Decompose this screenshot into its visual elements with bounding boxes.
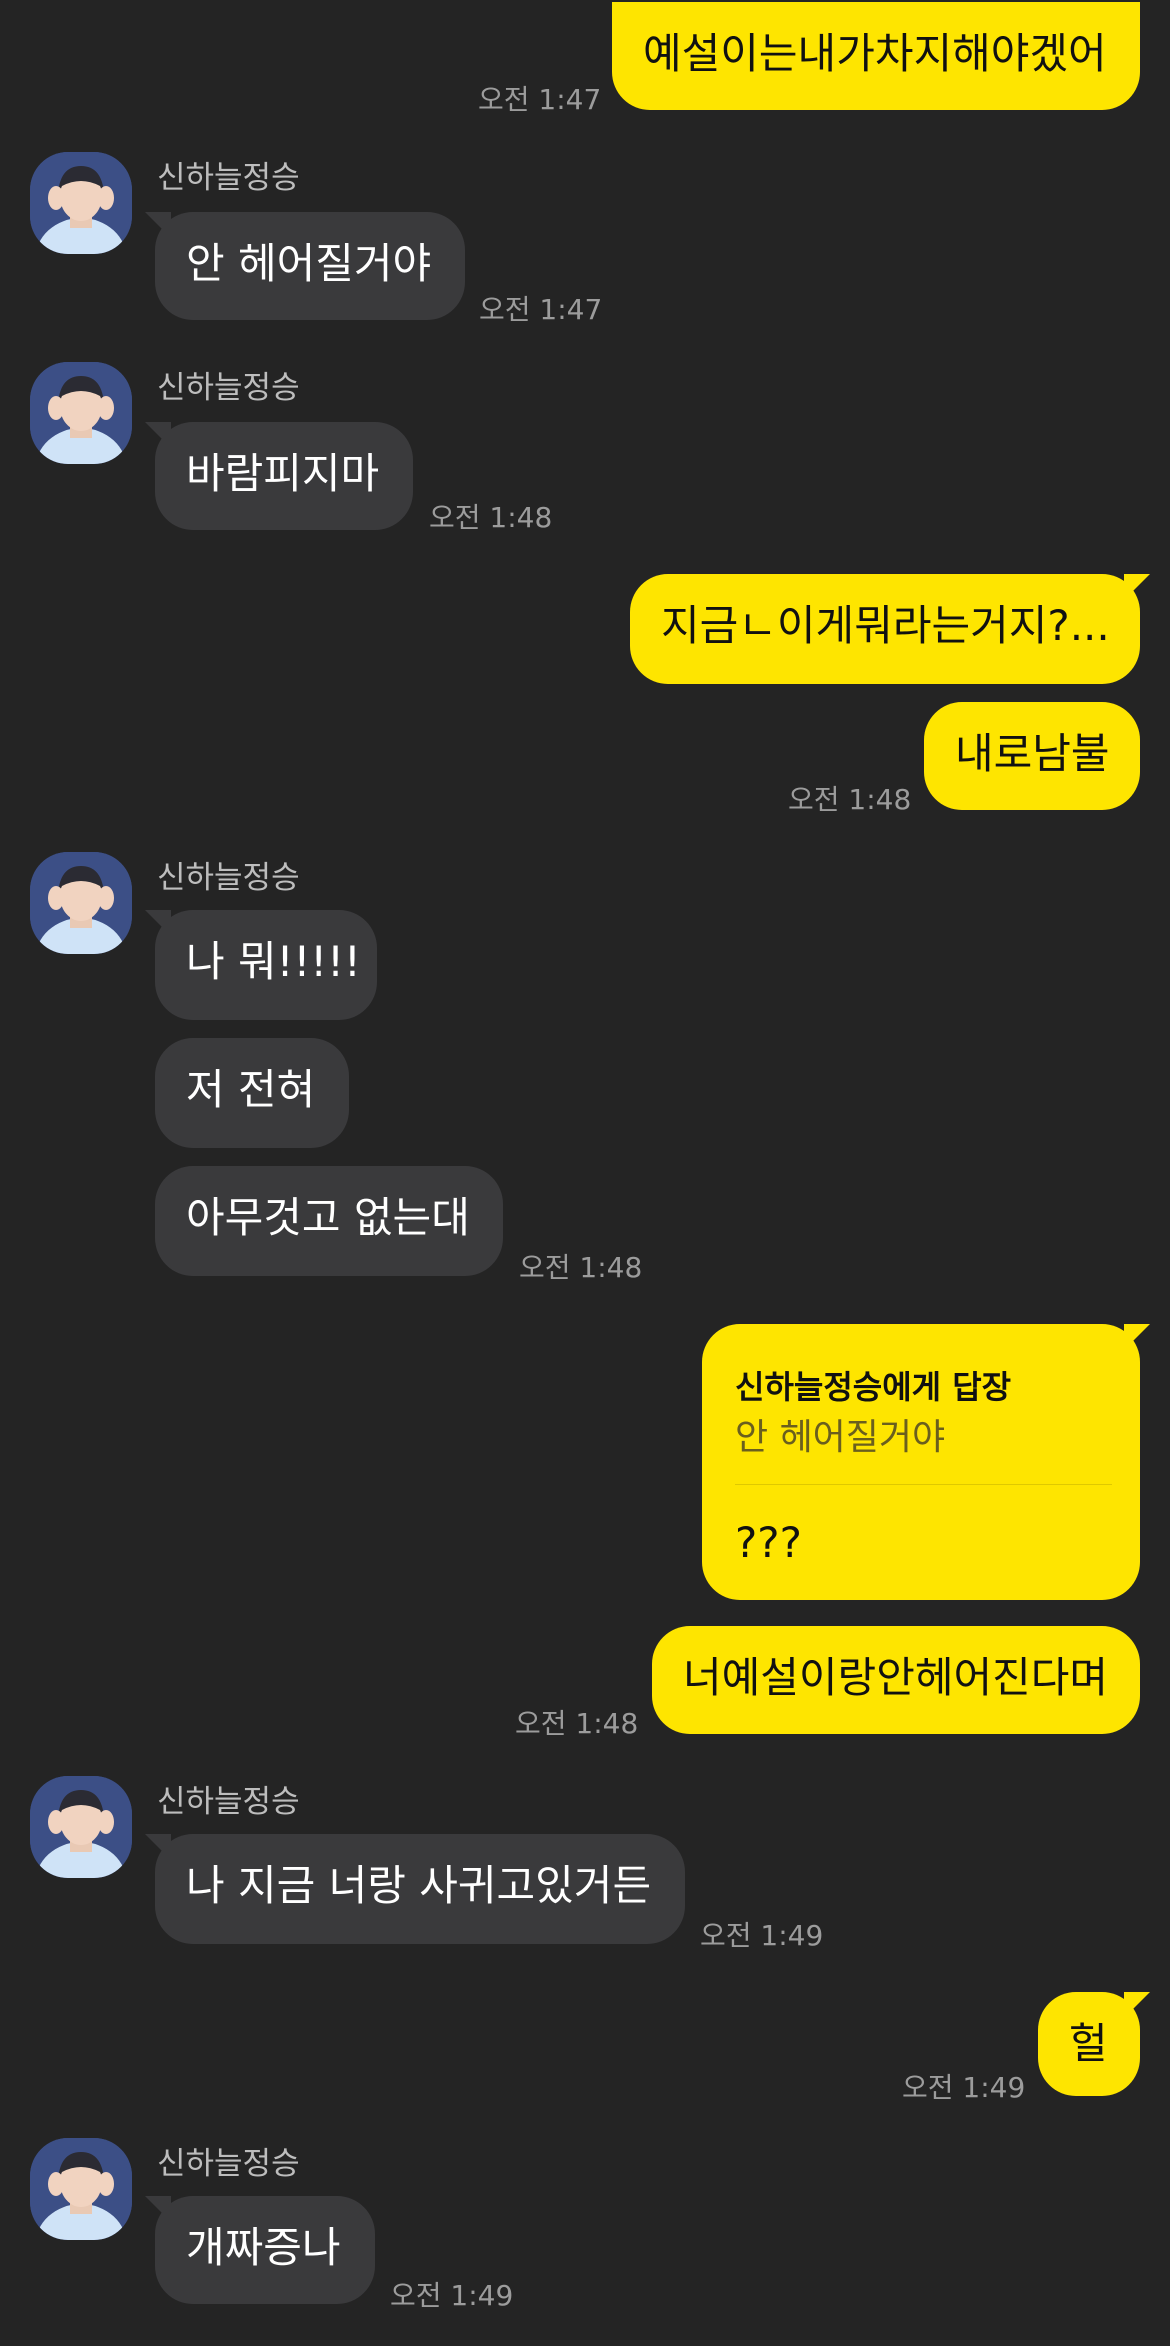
- profile-photo-avatar-icon: [30, 852, 132, 954]
- outgoing-message[interactable]: 내로남불: [924, 702, 1140, 810]
- sender-avatar[interactable]: [30, 1776, 132, 1878]
- outgoing-message[interactable]: 예설이는내가차지해야겠어: [612, 2, 1140, 110]
- outgoing-message[interactable]: 헐: [1038, 1992, 1140, 2096]
- profile-photo-avatar-icon: [30, 2138, 132, 2240]
- reply-quote: 안 헤어질거야: [735, 1417, 946, 1458]
- profile-photo-avatar-icon: [30, 152, 132, 254]
- profile-photo-avatar-icon: [30, 362, 132, 464]
- incoming-message[interactable]: 아무것고 없는대: [155, 1166, 503, 1276]
- incoming-message[interactable]: 개짜증나: [155, 2196, 375, 2304]
- message-time: 오전 1:48: [429, 501, 553, 534]
- sender-name: 신하늘정승: [157, 2146, 300, 2182]
- message-time: 오전 1:49: [902, 2071, 1026, 2104]
- reply-header: 신하늘정승에게 답장: [735, 1368, 1012, 1406]
- incoming-message[interactable]: 저 전혀: [155, 1038, 349, 1148]
- chat-screen: 예설이는내가차지해야겠어 오전 1:47 신하늘정승 안 헤어질거야 오전 1:…: [0, 0, 1170, 2346]
- sender-name: 신하늘정승: [157, 1784, 300, 1820]
- message-time: 오전 1:49: [390, 2279, 514, 2312]
- incoming-message[interactable]: 바람피지마: [155, 422, 413, 530]
- incoming-message[interactable]: 나 뭐!!!!!: [155, 910, 377, 1020]
- message-time: 오전 1:48: [788, 783, 912, 816]
- sender-name: 신하늘정승: [157, 160, 300, 196]
- sender-name: 신하늘정승: [157, 860, 300, 896]
- profile-photo-avatar-icon: [30, 1776, 132, 1878]
- sender-avatar[interactable]: [30, 152, 132, 254]
- message-time: 오전 1:48: [515, 1707, 639, 1740]
- outgoing-message[interactable]: 너예설이랑안헤어진다며: [652, 1626, 1140, 1734]
- sender-name: 신하늘정승: [157, 370, 300, 406]
- outgoing-message[interactable]: 지금ㄴ이게뭐라는거지?...: [630, 574, 1140, 684]
- incoming-message[interactable]: 안 헤어질거야: [155, 212, 465, 320]
- message-time: 오전 1:48: [519, 1251, 643, 1284]
- sender-avatar[interactable]: [30, 2138, 132, 2240]
- message-time: 오전 1:49: [700, 1919, 824, 1952]
- message-time: 오전 1:47: [479, 293, 603, 326]
- sender-avatar[interactable]: [30, 852, 132, 954]
- reply-message[interactable]: 신하늘정승에게 답장 안 헤어질거야 ???: [702, 1324, 1140, 1600]
- reply-text: ???: [735, 1518, 802, 1567]
- sender-avatar[interactable]: [30, 362, 132, 464]
- incoming-message[interactable]: 나 지금 너랑 사귀고있거든: [155, 1834, 685, 1944]
- message-time: 오전 1:47: [478, 83, 602, 116]
- reply-divider: [735, 1484, 1112, 1485]
